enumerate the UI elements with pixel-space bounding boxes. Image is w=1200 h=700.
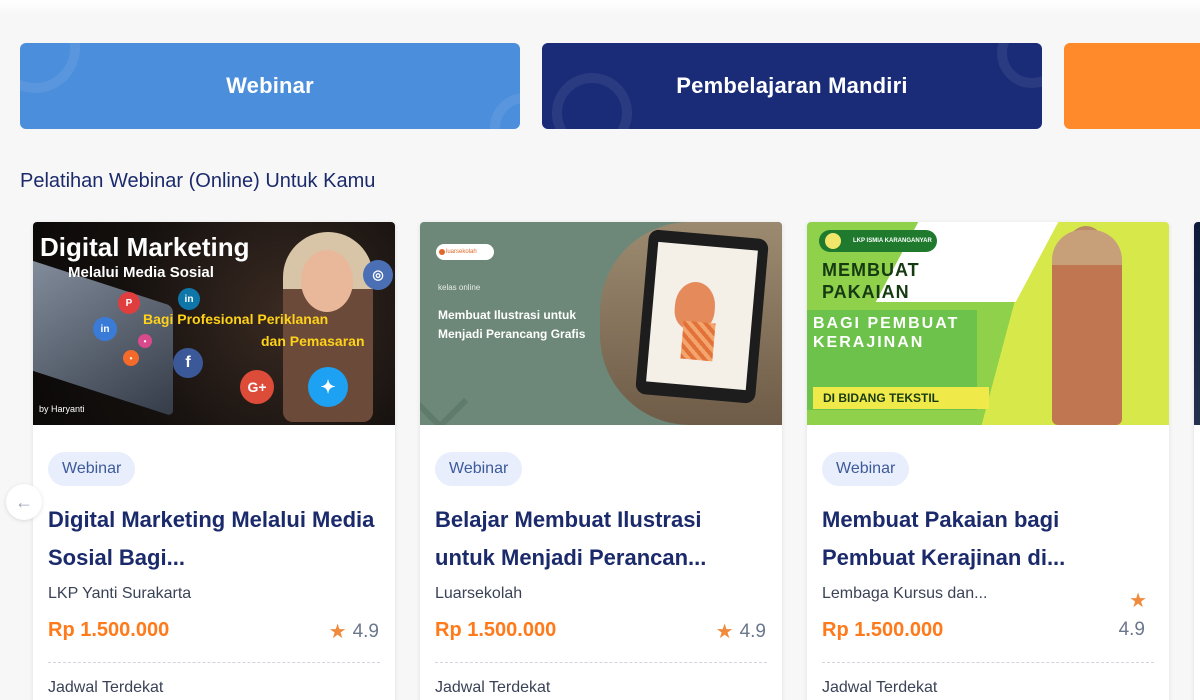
decor-ring — [490, 93, 520, 129]
instagram-icon: ◎ — [363, 260, 393, 290]
card-divider — [48, 662, 380, 663]
course-price: Rp 1.500.000 — [48, 619, 170, 641]
star-icon: ★ — [1129, 590, 1147, 612]
facebook-icon: f — [173, 348, 203, 378]
category-pembelajaran-mandiri-button[interactable]: Pembelajaran Mandiri — [542, 43, 1042, 129]
section-title: Pelatihan Webinar (Online) Untuk Kamu — [20, 170, 376, 192]
schedule-label: Jadwal Terdekat — [822, 679, 938, 696]
course-rating: ★ 4.9 — [716, 619, 766, 644]
thumbnail-headline: Membuat Ilustrasi untuk Menjadi Perancan… — [438, 308, 586, 341]
course-type-badge: Webinar — [435, 452, 523, 486]
course-provider: Luarsekolah — [435, 585, 523, 602]
rating-value: 4.9 — [1118, 619, 1145, 640]
course-thumbnail — [1194, 222, 1200, 425]
thumbnail-strip: DI BIDANG TEKSTIL — [813, 387, 989, 409]
course-thumbnail: LKP ISMIA KARANGANYAR MEMBUAT PAKAIAN BA… — [807, 222, 1169, 425]
course-title[interactable]: Membuat Pakaian bagi Pembuat Kerajinan d… — [822, 501, 1152, 577]
pinterest-icon: P — [118, 292, 140, 314]
star-icon: ★ — [715, 621, 734, 643]
star-icon: ★ — [328, 621, 347, 643]
twitter-icon: ✦ — [308, 367, 348, 407]
arrow-left-icon: ← — [15, 491, 33, 512]
course-card[interactable]: in P in f G+ ✦ ◎ • • Digital Marketing M… — [33, 222, 395, 700]
thumbnail-headline: Digital Marketing — [40, 232, 250, 262]
schedule-label: Jadwal Terdekat — [48, 679, 164, 696]
illustration-graphic — [680, 320, 716, 362]
course-price: Rp 1.500.000 — [435, 619, 557, 641]
course-type-badge: Webinar — [48, 452, 136, 486]
linkedin-icon: in — [178, 288, 200, 310]
org-logo: LKP ISMIA KARANGANYAR — [819, 230, 937, 252]
social-icon: • — [123, 350, 139, 366]
top-bar — [0, 0, 1200, 16]
thumbnail-headline: MEMBUAT PAKAIAN — [822, 260, 920, 302]
category-pembelajaran-mandiri-label: Pembelajaran Mandiri — [676, 73, 908, 98]
course-title[interactable]: Digital Marketing Melalui Media Sosial B… — [48, 501, 378, 577]
course-card[interactable]: LKP ISMIA KARANGANYAR MEMBUAT PAKAIAN BA… — [807, 222, 1169, 700]
course-card[interactable]: luarsekolah kelas online Membuat Ilustra… — [420, 222, 782, 700]
rating-value: 4.9 — [352, 620, 379, 642]
category-webinar-label: Webinar — [226, 73, 314, 98]
social-icon: • — [138, 334, 152, 348]
thumbnail-tagline-2: dan Pemasaran — [261, 333, 365, 349]
schedule-label: Jadwal Terdekat — [435, 679, 551, 696]
thumbnail-tagline: Bagi Profesional Periklanan — [143, 311, 329, 327]
course-type-badge: Webinar — [822, 452, 910, 486]
course-provider: Lembaga Kursus dan... — [822, 585, 988, 602]
thumbnail-subheadline: BAGI PEMBUAT KERAJINAN — [813, 315, 960, 351]
brand-logo: luarsekolah — [436, 244, 494, 260]
thumbnail-credit: by Haryanti — [39, 404, 85, 414]
decor-ring — [997, 43, 1042, 88]
card-divider — [822, 662, 1154, 663]
course-thumbnail: luarsekolah kelas online Membuat Ilustra… — [420, 222, 782, 425]
thumbnail-kicker: kelas online — [438, 283, 481, 292]
card-divider — [435, 662, 767, 663]
course-thumbnail: in P in f G+ ✦ ◎ • • Digital Marketing M… — [33, 222, 395, 425]
course-title[interactable]: Belajar Membuat Ilustrasi untuk Menjadi … — [435, 501, 765, 577]
social-icon: in — [93, 317, 117, 341]
presenter-face — [301, 250, 353, 312]
google-plus-icon: G+ — [240, 370, 274, 404]
model-graphic — [1052, 230, 1122, 425]
course-provider: LKP Yanti Surakarta — [48, 585, 192, 602]
decor-ring — [552, 73, 632, 129]
carousel-prev-button[interactable]: ← — [6, 484, 42, 520]
chevron-decor — [420, 373, 469, 425]
course-card-partial[interactable] — [1194, 222, 1200, 700]
decor-ring — [20, 43, 80, 93]
rating-value: 4.9 — [739, 620, 766, 642]
thumbnail-subheadline: Melalui Media Sosial — [68, 264, 214, 281]
course-rating: ★ 4.9 — [329, 619, 379, 644]
course-price: Rp 1.500.000 — [822, 619, 944, 641]
category-third-button[interactable] — [1064, 43, 1200, 129]
category-webinar-button[interactable]: Webinar — [20, 43, 520, 129]
